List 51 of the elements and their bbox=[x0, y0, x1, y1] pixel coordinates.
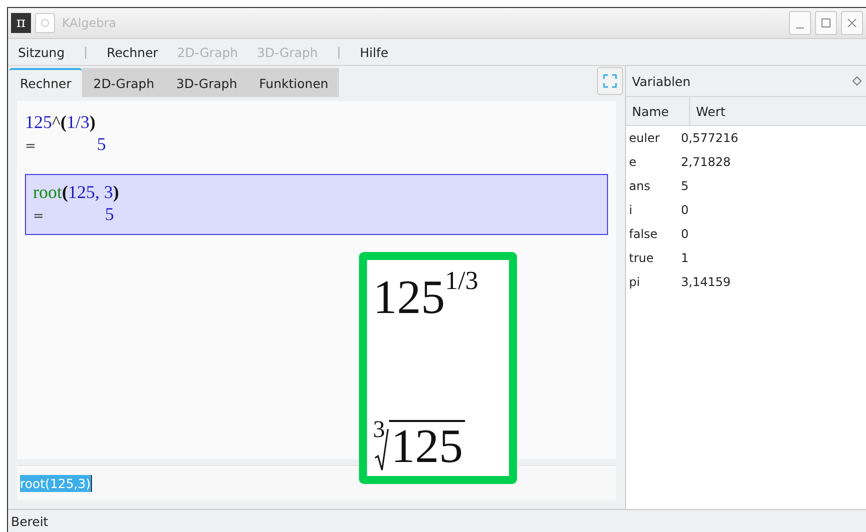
column-header[interactable]: Wert bbox=[690, 97, 866, 125]
table-cell-text: ans bbox=[628, 179, 652, 193]
minimize-button[interactable] bbox=[789, 11, 811, 35]
status-text: Bereit bbox=[11, 514, 48, 528]
equals-sign: = bbox=[25, 138, 37, 156]
float-icon[interactable] bbox=[852, 76, 862, 86]
close-icon bbox=[847, 18, 857, 28]
menu-item[interactable]: Hilfe bbox=[360, 44, 398, 60]
expand-icon bbox=[603, 74, 617, 88]
result-text: 5 bbox=[97, 133, 106, 155]
equals-sign: = bbox=[33, 208, 45, 226]
expression-text: root(125, 3) bbox=[33, 181, 120, 203]
maximize-icon bbox=[821, 18, 831, 28]
table-cell-text: i bbox=[628, 203, 634, 217]
column-header[interactable]: Name bbox=[626, 97, 690, 125]
table-cell-text: false bbox=[628, 227, 659, 241]
table-cell-text: pi bbox=[628, 275, 641, 289]
table-cell-text: 1 bbox=[680, 251, 689, 265]
table-cell-text: 5 bbox=[680, 179, 689, 193]
table-cell-text: 0,577216 bbox=[680, 131, 738, 145]
circle-icon bbox=[40, 18, 50, 28]
menu-separator: | bbox=[336, 45, 341, 59]
window-title: KAlgebra bbox=[62, 16, 118, 30]
menu-separator: | bbox=[84, 45, 88, 59]
panel-title: Variablen bbox=[632, 74, 691, 88]
table-cell-text: 0 bbox=[680, 203, 689, 217]
fullscreen-button[interactable] bbox=[597, 67, 623, 95]
calculation-entry[interactable]: root(125, 3) = 5 bbox=[25, 174, 608, 235]
table-cell-text: true bbox=[628, 251, 655, 265]
tab[interactable]: Funktionen bbox=[248, 68, 340, 97]
tab[interactable]: 3D-Graph bbox=[165, 68, 248, 97]
result-text: 5 bbox=[105, 203, 114, 225]
table-cell-text: 3,14159 bbox=[680, 275, 731, 289]
pin-button[interactable] bbox=[35, 13, 55, 33]
root-index: 3 bbox=[373, 418, 385, 442]
expression-text: 125^(1/3) bbox=[25, 111, 96, 133]
root-radicand: 125 bbox=[389, 420, 465, 472]
table-cell-text: e bbox=[628, 155, 638, 169]
maximize-button[interactable] bbox=[815, 11, 837, 35]
app-icon: π bbox=[11, 13, 31, 33]
minimize-icon bbox=[795, 27, 805, 29]
power-exponent: 1/3 bbox=[445, 268, 478, 294]
menu-item[interactable]: Rechner bbox=[106, 44, 168, 60]
calculation-entry[interactable]: 125^(1/3) = 5 bbox=[25, 111, 608, 158]
table-cell-text: 0 bbox=[680, 227, 689, 241]
menu-item[interactable]: Sitzung bbox=[18, 44, 75, 60]
tab[interactable]: 2D-Graph bbox=[82, 68, 166, 97]
table-cell-text: 2,71828 bbox=[680, 155, 731, 169]
power-base: 125 bbox=[373, 274, 445, 322]
table-cell-text: euler bbox=[628, 131, 661, 145]
close-button[interactable] bbox=[841, 11, 863, 35]
